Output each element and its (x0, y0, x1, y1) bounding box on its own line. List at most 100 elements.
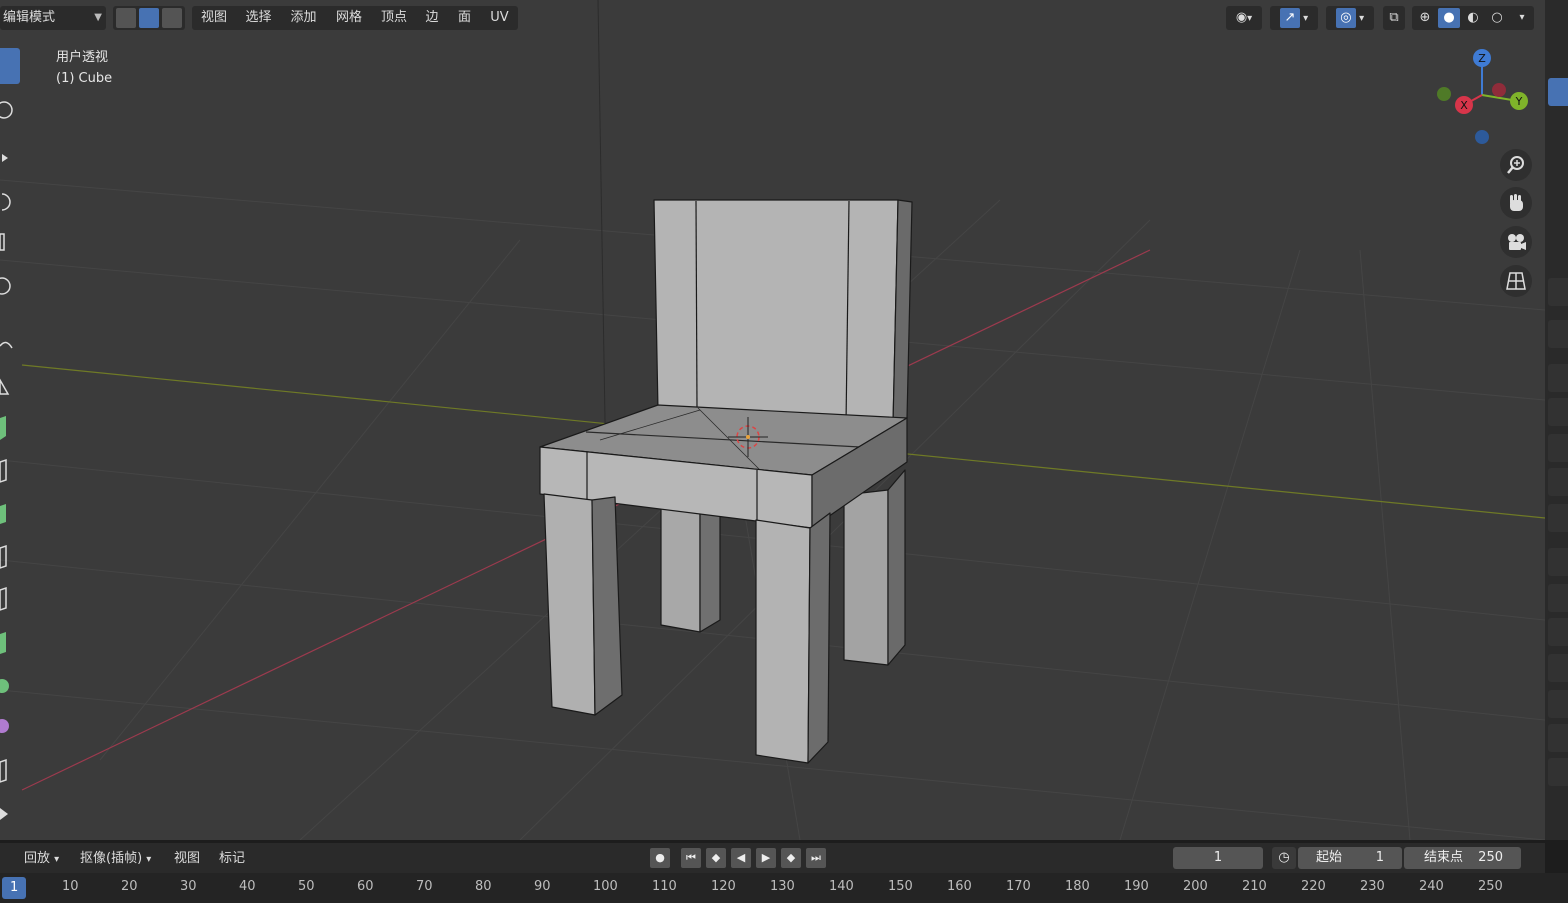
solid-shading-icon[interactable]: ● (1438, 8, 1460, 28)
scale-tool[interactable] (0, 224, 20, 260)
physics-icon[interactable] (1548, 654, 1568, 682)
move-tool[interactable] (0, 140, 20, 176)
marker-menu[interactable]: 标记 (219, 849, 245, 869)
current-frame-field[interactable]: 1 (1173, 847, 1263, 869)
ruler-tick: 150 (888, 879, 913, 894)
poly-build-tool[interactable] (0, 624, 20, 660)
vertex-select-button[interactable] (116, 8, 136, 28)
face-select-button[interactable] (162, 8, 182, 28)
bevel-icon (0, 504, 6, 524)
chevron-down-icon[interactable]: ▾ (1512, 6, 1532, 30)
extrude-tool[interactable] (0, 410, 20, 446)
next-keyframe-icon: ◆ (786, 851, 796, 864)
record-icon: ● (655, 851, 665, 864)
wireframe-shading-icon[interactable]: ⊕ (1414, 6, 1436, 30)
render-icon[interactable] (1548, 364, 1568, 392)
loop-cut-tool[interactable] (0, 538, 20, 574)
chevron-down-icon: ▾ (54, 854, 60, 865)
end-frame-field[interactable]: 结束点 250 (1404, 847, 1521, 869)
particles-icon[interactable] (1548, 618, 1568, 646)
tool-tab[interactable] (1548, 78, 1568, 106)
smooth-tool[interactable] (0, 708, 20, 744)
menu-mesh[interactable]: 网格 (326, 6, 372, 30)
annotate-icon (0, 341, 13, 349)
menu-vertex[interactable]: 顶点 (372, 6, 416, 30)
measure-icon (0, 378, 10, 395)
annotate-tool[interactable] (0, 328, 20, 364)
menu-face[interactable]: 面 (448, 6, 481, 30)
hand-icon (1510, 194, 1523, 211)
properties-tab-strip (1545, 0, 1568, 840)
menu-select[interactable]: 选择 (236, 6, 281, 30)
mode-label: 编辑模式 (3, 10, 56, 25)
modifier-wrench-icon[interactable] (1548, 584, 1568, 612)
overlays-dropdown[interactable]: ◎ ▾ (1326, 6, 1374, 30)
move-icon (2, 154, 8, 162)
jump-start-button[interactable]: ⏮ (681, 848, 701, 868)
select-box-tool[interactable] (0, 48, 20, 84)
stopwatch-icon: ◷ (1278, 850, 1290, 865)
chevron-down-icon: ▼ (94, 12, 102, 23)
xray-toggle[interactable]: ⧉ (1383, 6, 1405, 30)
transform-tool[interactable] (0, 268, 20, 304)
end-label: 结束点 (1424, 850, 1464, 865)
cursor-icon (0, 101, 13, 119)
3d-viewport[interactable]: 编辑模式 ▼ 视图 选择 添加 网格 顶点 边 面 UV ◉▾ ↗ ▾ ◎ ▾ (0, 0, 1545, 840)
bevel-tool[interactable] (0, 496, 20, 532)
edge-select-button[interactable] (139, 8, 159, 28)
zoom-button[interactable] (1500, 149, 1532, 181)
menu-add[interactable]: 添加 (281, 6, 326, 30)
frame-ruler[interactable]: 1 10 20 30 40 50 60 70 80 90 100 110 120 130 140 150 160… (0, 873, 1568, 903)
edge-slide-tool[interactable] (0, 752, 20, 788)
start-label: 起始 (1316, 850, 1343, 865)
view-layer-icon[interactable] (1548, 434, 1568, 462)
preview-range-toggle[interactable]: ◷ (1272, 847, 1296, 869)
cursor-tool[interactable] (0, 92, 20, 128)
smooth-icon (0, 719, 9, 733)
object-icon[interactable] (1548, 548, 1568, 576)
camera-view-button[interactable] (1500, 226, 1532, 258)
data-icon[interactable] (1548, 724, 1568, 752)
eye-icon: ◉ (1235, 10, 1248, 25)
ruler-tick: 110 (652, 879, 677, 894)
knife-tool[interactable] (0, 580, 20, 616)
play-button[interactable]: ▶ (756, 848, 776, 868)
xray-icon: ⧉ (1389, 10, 1399, 25)
start-value: 1 (1375, 850, 1384, 865)
active-tool-icon[interactable] (1548, 278, 1568, 306)
keying-menu[interactable]: 抠像(插帧) ▾ (80, 849, 151, 869)
navigation-gizmo[interactable]: Z Y X (1430, 45, 1530, 150)
play-icon: ▶ (761, 851, 771, 864)
menu-edge[interactable]: 边 (416, 6, 448, 30)
visibility-dropdown[interactable]: ◉▾ (1226, 6, 1262, 30)
world-icon[interactable] (1548, 504, 1568, 532)
mode-dropdown[interactable]: 编辑模式 ▼ (0, 6, 106, 30)
menu-view[interactable]: 视图 (192, 6, 236, 30)
next-keyframe-button[interactable]: ◆ (781, 848, 801, 868)
ruler-tick: 20 (121, 879, 138, 894)
menu-uv[interactable]: UV (481, 6, 518, 30)
prev-keyframe-button[interactable]: ◆ (706, 848, 726, 868)
material-icon[interactable] (1548, 758, 1568, 786)
output-icon[interactable] (1548, 398, 1568, 426)
constraints-icon[interactable] (1548, 690, 1568, 718)
measure-tool[interactable] (0, 368, 20, 404)
current-frame-marker[interactable]: 1 (2, 877, 27, 899)
jump-end-button[interactable]: ⏭ (806, 848, 826, 868)
scene-icon[interactable] (1548, 468, 1568, 496)
timeline-view-menu[interactable]: 视图 (174, 849, 200, 869)
rotate-tool[interactable] (0, 184, 20, 220)
start-frame-field[interactable]: 起始 1 (1298, 847, 1402, 869)
ortho-toggle-button[interactable] (1500, 265, 1532, 297)
scene-tools-icon[interactable] (1548, 320, 1568, 348)
shrink-tool[interactable] (0, 796, 20, 832)
gizmo-dropdown[interactable]: ↗ ▾ (1270, 6, 1318, 30)
record-button[interactable]: ● (650, 848, 670, 868)
inset-tool[interactable] (0, 452, 20, 488)
rendered-shading-icon[interactable]: ○ (1486, 6, 1508, 30)
playback-menu[interactable]: 回放 ▾ (24, 849, 59, 869)
play-reverse-button[interactable]: ◀ (731, 848, 751, 868)
material-shading-icon[interactable]: ◐ (1462, 6, 1484, 30)
pan-button[interactable] (1500, 187, 1532, 219)
spin-tool[interactable] (0, 668, 20, 704)
